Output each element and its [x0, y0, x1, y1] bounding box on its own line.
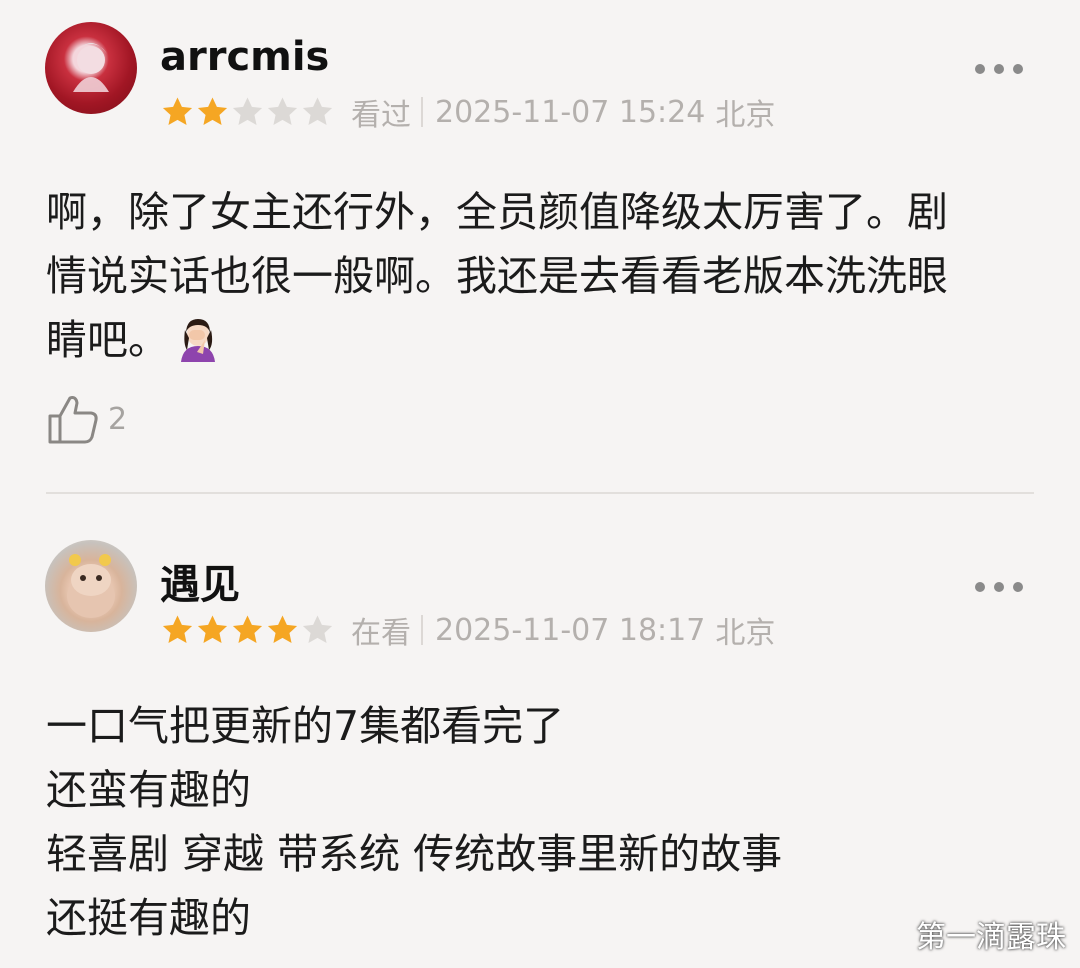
star-filled-icon — [197, 97, 228, 126]
star-rating — [160, 613, 335, 647]
watermark: 第一滴露珠 — [916, 920, 1066, 955]
review-line: 情说实话也很一般啊。我还是去看看老版本洗洗眼 — [46, 252, 948, 300]
review-line: 一口气把更新的7集都看完了 — [46, 702, 565, 750]
review-datetime: 2025-11-07 15:24 — [435, 94, 706, 130]
star-filled-icon — [162, 97, 193, 126]
star-rating — [160, 95, 335, 129]
face-palm-emoji — [181, 319, 215, 362]
avatar[interactable] — [45, 540, 137, 632]
username[interactable]: arrcmis — [160, 34, 329, 80]
review-location: 北京 — [715, 616, 776, 651]
review-divider — [46, 492, 1034, 494]
review-line: 啊，除了女主还行外，全员颜值降级太厉害了。剧 — [46, 188, 948, 236]
star-empty-icon — [267, 97, 298, 126]
review-datetime: 2025-11-07 18:17 — [435, 612, 706, 648]
more-options-icon[interactable] — [975, 62, 1023, 76]
star-filled-icon — [162, 615, 193, 644]
star-filled-icon — [197, 615, 228, 644]
star-empty-icon — [302, 97, 333, 126]
review-meta: 在看 2025-11-07 18:17 北京 — [160, 610, 776, 651]
review-location: 北京 — [715, 98, 776, 133]
star-empty-icon — [302, 615, 333, 644]
review-line: 轻喜剧 穿越 带系统 传统故事里新的故事 — [46, 830, 783, 878]
review-line: 还挺有趣的 — [46, 894, 251, 942]
review-line: 睛吧。 — [46, 316, 169, 364]
like-count: 2 — [108, 401, 128, 437]
divider — [421, 97, 423, 127]
more-options-icon[interactable] — [975, 580, 1023, 594]
star-filled-icon — [267, 615, 298, 644]
star-empty-icon — [232, 97, 263, 126]
review-meta: 看过 2025-11-07 15:24 北京 — [160, 92, 776, 133]
username[interactable]: 遇见 — [160, 552, 240, 610]
watch-status: 看过 — [351, 98, 411, 133]
review-text: 一口气把更新的7集都看完了 还蛮有趣的 轻喜剧 穿越 带系统 传统故事里新的故事… — [46, 694, 1046, 950]
thumbs-up-icon — [48, 396, 98, 444]
review-line: 还蛮有趣的 — [46, 766, 251, 814]
star-filled-icon — [232, 615, 263, 644]
review-text: 啊，除了女主还行外，全员颜值降级太厉害了。剧 情说实话也很一般啊。我还是去看看老… — [46, 180, 1046, 372]
watch-status: 在看 — [351, 616, 411, 651]
like-button[interactable]: 2 — [46, 392, 127, 446]
avatar[interactable] — [45, 22, 137, 114]
review-line-wrap: 睛吧。 — [46, 308, 1046, 372]
divider — [421, 615, 423, 645]
